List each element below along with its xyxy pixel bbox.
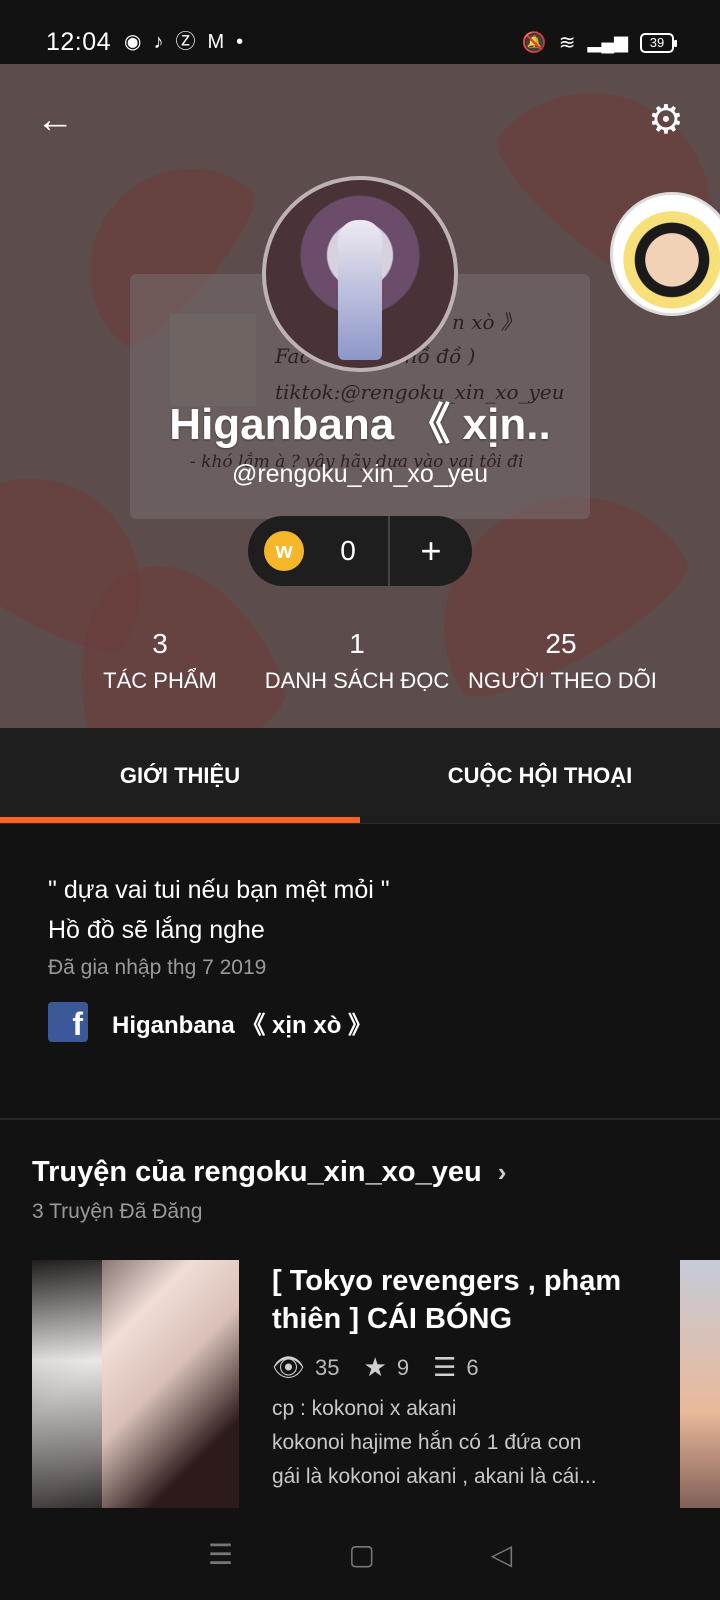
stories-section-title[interactable]: Truyện của rengoku_xin_xo_yeu › <box>32 1156 506 1189</box>
coin-count: 0 <box>340 535 356 566</box>
avatar[interactable] <box>262 176 458 372</box>
stat-reading-lists[interactable]: 1 DANH SÁCH ĐỌC <box>262 628 452 694</box>
stat-followers-label: NGƯỜI THEO DÕI <box>468 668 657 693</box>
gmail-icon: M <box>207 31 225 53</box>
list-icon: ☰ <box>433 1352 457 1382</box>
next-story-cover[interactable] <box>680 1260 720 1512</box>
tab-conversations[interactable]: CUỘC HỘI THOẠI <box>360 728 720 823</box>
home-square-icon[interactable]: ▢ <box>349 1538 375 1571</box>
stat-followers[interactable]: 25 NGƯỜI THEO DÕI <box>468 628 657 694</box>
chevron-right-icon: › <box>497 1157 507 1187</box>
tab-about[interactable]: GIỚI THIỆU <box>0 728 360 823</box>
mute-icon: 🔕 <box>521 32 547 54</box>
facebook-name: Higanbana 《 xịn xò 》 <box>112 1011 373 1039</box>
coin-icon: w <box>264 531 304 571</box>
stories-title-text: Truyện của rengoku_xin_xo_yeu <box>32 1156 482 1188</box>
status-bar: 12:04 ◉ ♪ Ⓩ M • 🔕 ≋ ▂▄▆ 39 <box>0 0 720 64</box>
eye-icon: 👁 <box>272 1352 306 1382</box>
bio-line-2: Hồ đồ sẽ lắng nghe <box>48 916 265 944</box>
back-arrow-icon[interactable]: ← <box>36 100 76 140</box>
status-time: 12:04 <box>46 28 112 56</box>
bg-line-1: n xò 》 <box>452 310 521 334</box>
menu-icon[interactable]: ☰ <box>208 1538 233 1571</box>
battery-icon: 39 <box>640 32 677 53</box>
story-votes: 9 <box>396 1354 410 1380</box>
stat-works-value: 3 <box>152 628 168 659</box>
back-triangle-icon[interactable]: ◁ <box>491 1538 513 1571</box>
signal-icon: ▂▄▆ <box>587 32 628 52</box>
story-description: cp : kokonoi x akani kokonoi hajime hắn … <box>272 1392 652 1494</box>
z-icon: Ⓩ <box>175 31 196 53</box>
story-parts: 6 <box>466 1354 479 1380</box>
stories-count: 3 Truyện Đã Đăng <box>32 1200 203 1223</box>
section-divider <box>0 1118 720 1120</box>
add-coins-button[interactable]: + <box>390 516 472 586</box>
story-title[interactable]: [ Tokyo revengers , phạm thiên ] CÁI BÓN… <box>272 1262 652 1338</box>
story-desc-line-3: gái là kokonoi akani , akani là cái... <box>272 1465 597 1488</box>
bio-line-1: " dựa vai tui nếu bạn mệt mỏi " <box>48 876 390 904</box>
profile-header: n xò 》 Fac ư Trần ( hồ đồ ) tiktok:@reng… <box>0 64 720 728</box>
coin-balance: w 0 + <box>248 516 472 586</box>
username-handle: @rengoku_xin_xo_yeu <box>231 460 489 488</box>
stat-works[interactable]: 3 TÁC PHẨM <box>100 628 220 694</box>
joined-date: Đã gia nhập thg 7 2019 <box>48 956 267 979</box>
wifi-icon: ≋ <box>558 32 576 54</box>
facebook-icon: f <box>48 1002 88 1042</box>
stat-works-label: TÁC PHẨM <box>103 668 217 693</box>
story-desc-line-1: cp : kokonoi x akani <box>272 1397 457 1420</box>
side-avatar[interactable] <box>610 192 720 316</box>
story-cover-image[interactable] <box>32 1260 239 1512</box>
star-icon: ★ <box>363 1352 387 1382</box>
display-name: Higanbana 《 xịn.. <box>169 400 551 449</box>
media-icon: ◉ <box>124 31 142 53</box>
tiktok-icon: ♪ <box>153 31 164 53</box>
story-reads: 35 <box>315 1354 340 1380</box>
story-desc-line-2: kokonoi hajime hắn có 1 đứa con <box>272 1431 582 1454</box>
stat-reading-lists-label: DANH SÁCH ĐỌC <box>264 668 450 693</box>
stat-reading-lists-value: 1 <box>349 628 365 659</box>
story-stats: 👁 35 ★ 9 ☰ 6 <box>272 1352 479 1383</box>
dot-icon: • <box>236 31 244 53</box>
profile-tabs: GIỚI THIỆU CUỘC HỘI THOẠI <box>0 728 720 824</box>
stat-followers-value: 25 <box>545 628 577 659</box>
gear-icon[interactable]: ⚙ <box>648 98 692 142</box>
facebook-link[interactable]: f Higanbana 《 xịn xò 》 <box>48 1002 678 1042</box>
about-section: " dựa vai tui nếu bạn mệt mỏi " Hồ đồ sẽ… <box>48 870 678 1042</box>
system-nav-bar: ☰ ▢ ◁ <box>0 1508 720 1600</box>
